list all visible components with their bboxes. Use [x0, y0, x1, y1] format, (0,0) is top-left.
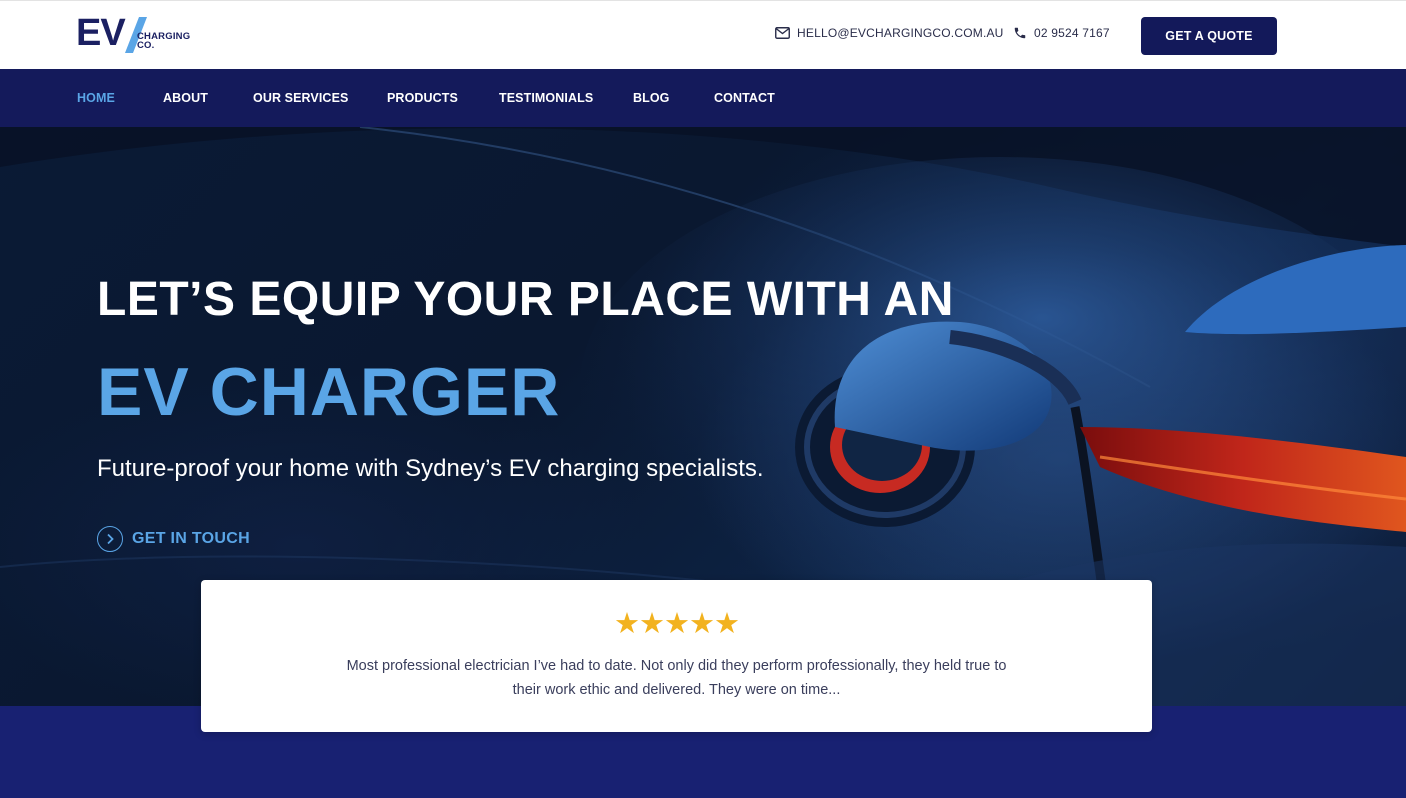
- top-header: EV CHARGING CO. HELLO@EVCHARGINGCO.COM.A…: [0, 0, 1406, 69]
- star-rating: ★★★★★: [614, 608, 740, 640]
- nav-item-blog[interactable]: BLOG: [633, 91, 670, 105]
- review-text: Most professional electrician I’ve had t…: [346, 658, 1007, 698]
- nav-item-about[interactable]: ABOUT: [163, 91, 208, 105]
- nav-item-home[interactable]: HOME: [77, 91, 115, 105]
- review-card: ★★★★★ Most professional electrician I’ve…: [201, 580, 1152, 732]
- get-in-touch-label: GET IN TOUCH: [132, 530, 250, 547]
- hero-heading-line-2: EV CHARGER: [97, 354, 561, 430]
- hero-subtitle: Future-proof your home with Sydney’s EV …: [97, 455, 764, 482]
- phone-link[interactable]: 02 9524 7167: [1013, 26, 1110, 40]
- phone-icon: [1014, 27, 1026, 39]
- logo-sub-line-2: CO.: [137, 40, 155, 51]
- get-a-quote-button[interactable]: GET A QUOTE: [1141, 17, 1277, 55]
- logo-subtitle: CHARGING CO.: [137, 32, 190, 51]
- phone-text: 02 9524 7167: [1034, 26, 1110, 40]
- email-link[interactable]: HELLO@EVCHARGINGCO.COM.AU: [775, 26, 1004, 40]
- nav-item-our-services[interactable]: OUR SERVICES: [253, 91, 348, 105]
- get-in-touch-link[interactable]: GET IN TOUCH: [97, 526, 250, 552]
- mail-icon: [775, 27, 790, 39]
- main-navigation: HOME ABOUT OUR SERVICES PRODUCTS TESTIMO…: [0, 69, 1406, 127]
- hero-heading-line-1: LET’S EQUIP YOUR PLACE WITH AN: [97, 273, 954, 326]
- nav-item-products[interactable]: PRODUCTS: [387, 91, 458, 105]
- logo[interactable]: EV CHARGING CO.: [76, 12, 206, 55]
- nav-item-contact[interactable]: CONTACT: [714, 91, 775, 105]
- nav-item-testimonials[interactable]: TESTIMONIALS: [499, 91, 593, 105]
- logo-ev-text: EV: [76, 12, 126, 54]
- chevron-right-circle-icon: [97, 526, 123, 552]
- email-text: HELLO@EVCHARGINGCO.COM.AU: [797, 26, 1004, 40]
